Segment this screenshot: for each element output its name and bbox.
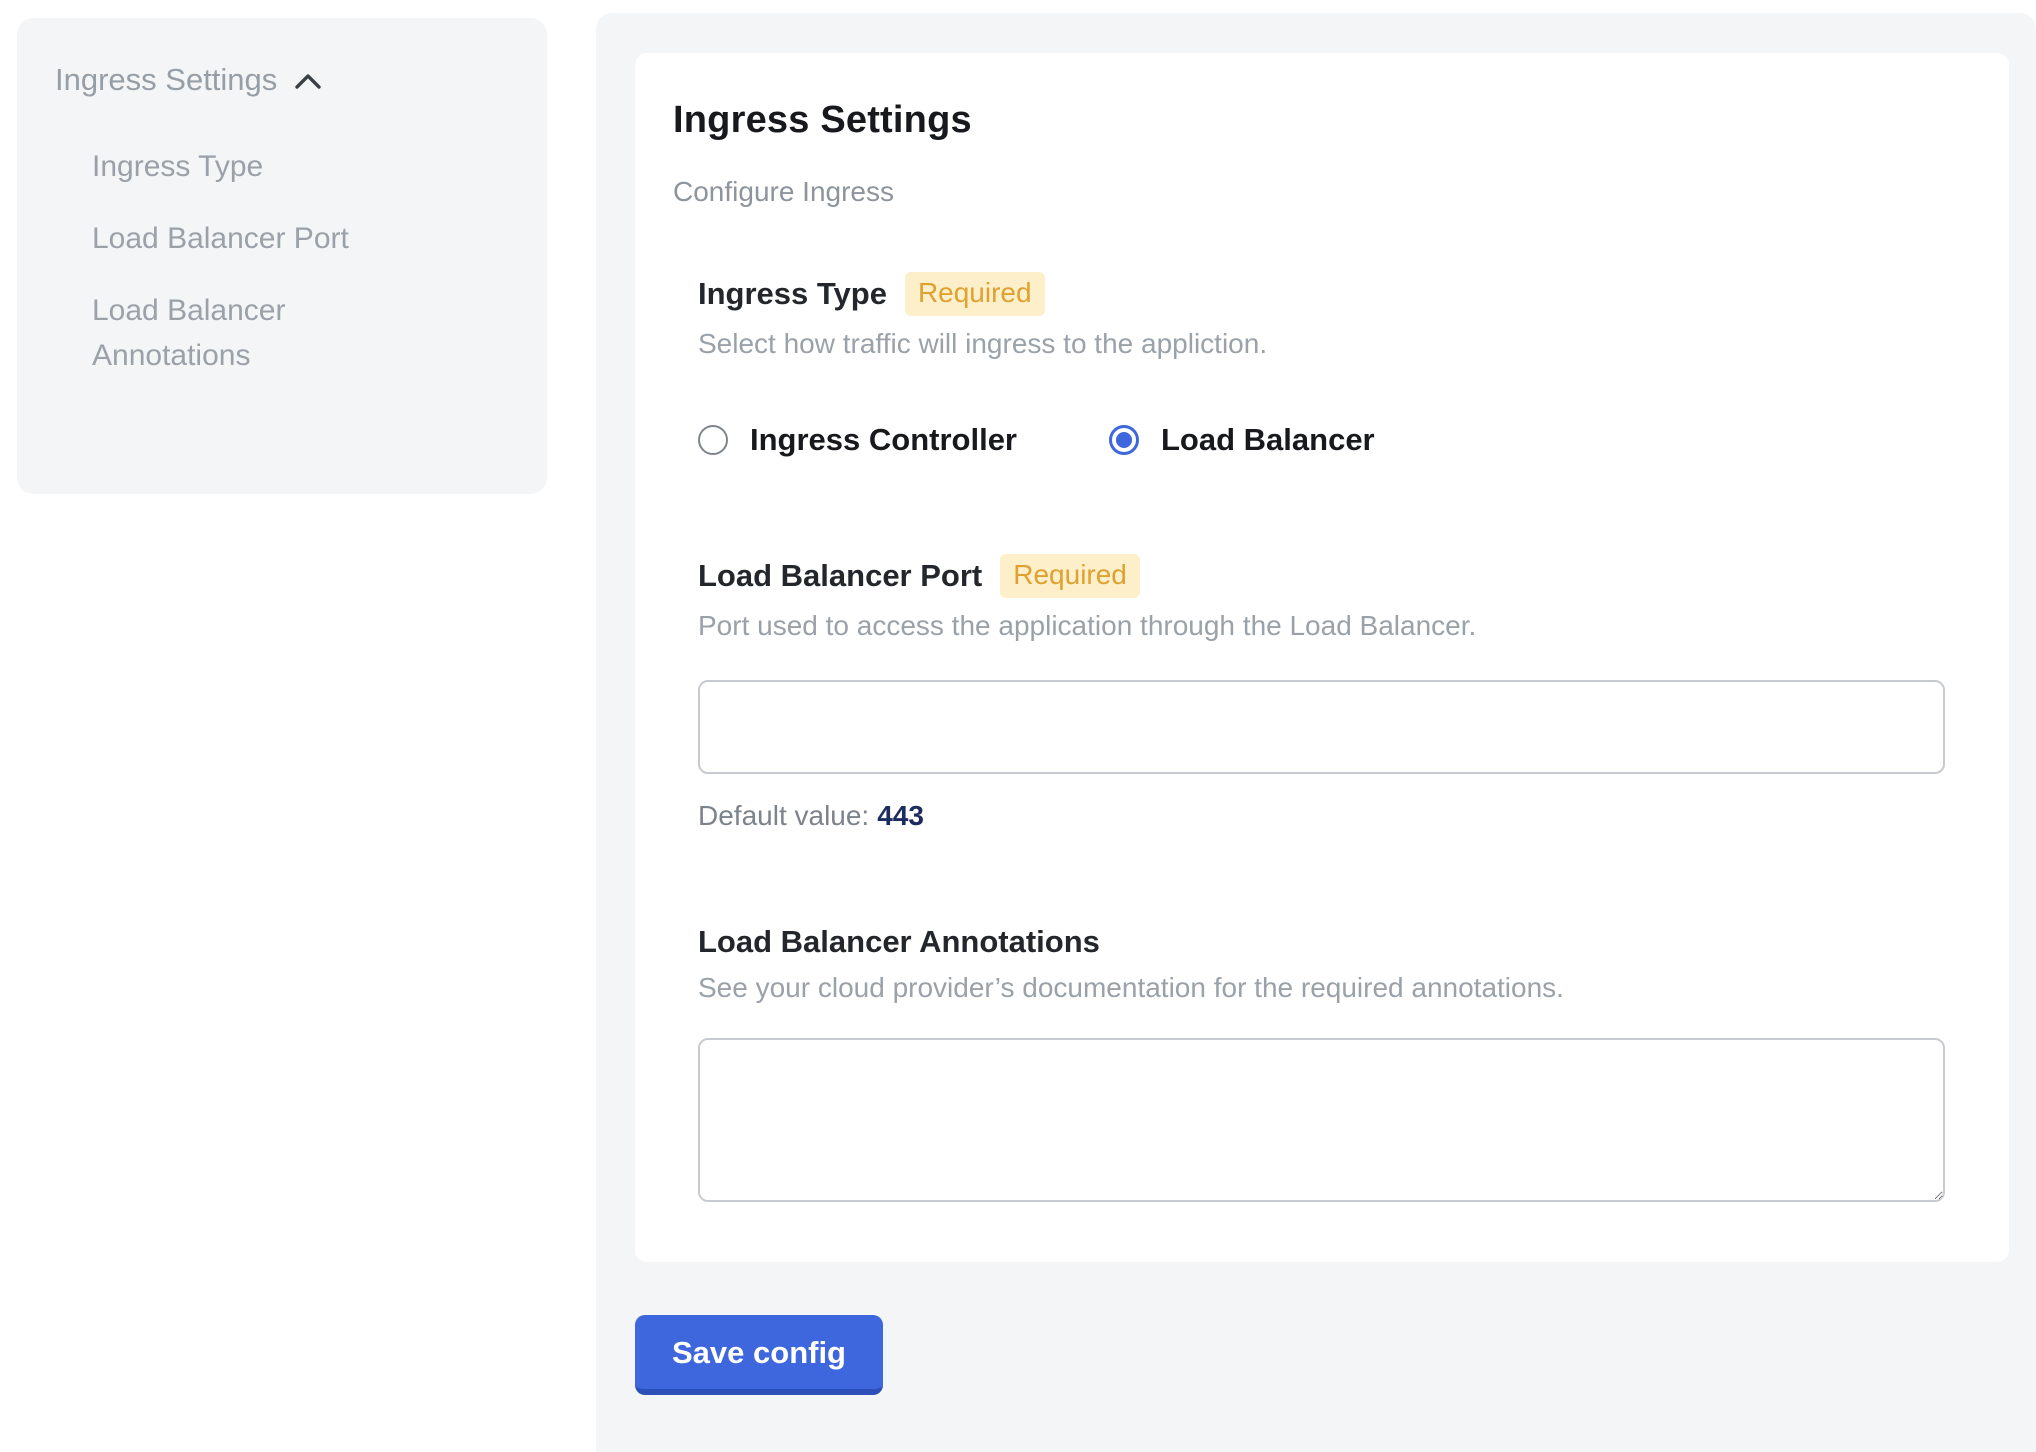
- field-description-load-balancer-port: Port used to access the application thro…: [698, 610, 1949, 642]
- sidebar-item-ingress-type[interactable]: Ingress Type: [92, 144, 432, 189]
- page-subtitle: Configure Ingress: [673, 176, 1949, 208]
- ingress-type-radio-group: Ingress Controller Load Balancer: [698, 422, 1949, 458]
- radio-label-load-balancer: Load Balancer: [1161, 422, 1375, 458]
- page-title: Ingress Settings: [673, 99, 1949, 142]
- settings-sidebar: Ingress Settings Ingress Type Load Balan…: [17, 18, 547, 494]
- field-description-ingress-type: Select how traffic will ingress to the a…: [698, 328, 1949, 360]
- default-value-line: Default value: 443: [698, 800, 1949, 832]
- save-config-button[interactable]: Save config: [635, 1315, 883, 1395]
- ingress-settings-card: Ingress Settings Configure Ingress Ingre…: [635, 53, 2009, 1262]
- default-value: 443: [877, 800, 924, 831]
- sidebar-item-list: Ingress Type Load Balancer Port Load Bal…: [55, 144, 511, 378]
- radio-unchecked-icon[interactable]: [698, 425, 728, 455]
- radio-option-ingress-controller[interactable]: Ingress Controller: [698, 422, 1017, 458]
- load-balancer-annotations-textarea[interactable]: [698, 1038, 1945, 1202]
- field-label-load-balancer-annotations: Load Balancer Annotations: [698, 924, 1100, 960]
- required-badge: Required: [905, 272, 1045, 316]
- sidebar-section-ingress-settings[interactable]: Ingress Settings: [55, 62, 511, 98]
- field-label-load-balancer-port: Load Balancer Port: [698, 558, 982, 594]
- sidebar-item-load-balancer-annotations[interactable]: Load Balancer Annotations: [92, 288, 432, 378]
- load-balancer-port-input[interactable]: [698, 680, 1945, 774]
- form-fields: Ingress Type Required Select how traffic…: [698, 272, 1949, 1202]
- field-load-balancer-port: Load Balancer Port Required Port used to…: [698, 554, 1949, 832]
- field-label-ingress-type: Ingress Type: [698, 276, 887, 312]
- sidebar-item-load-balancer-port[interactable]: Load Balancer Port: [92, 216, 432, 261]
- field-load-balancer-annotations: Load Balancer Annotations See your cloud…: [698, 924, 1949, 1202]
- required-badge: Required: [1000, 554, 1140, 598]
- field-ingress-type: Ingress Type Required Select how traffic…: [698, 272, 1949, 458]
- radio-label-ingress-controller: Ingress Controller: [750, 422, 1017, 458]
- default-value-label: Default value:: [698, 800, 869, 831]
- radio-checked-icon[interactable]: [1109, 425, 1139, 455]
- field-description-load-balancer-annotations: See your cloud provider’s documentation …: [698, 972, 1949, 1004]
- main-panel: Ingress Settings Configure Ingress Ingre…: [596, 13, 2036, 1452]
- radio-option-load-balancer[interactable]: Load Balancer: [1109, 422, 1375, 458]
- chevron-up-icon: [293, 72, 323, 92]
- sidebar-section-label: Ingress Settings: [55, 62, 277, 98]
